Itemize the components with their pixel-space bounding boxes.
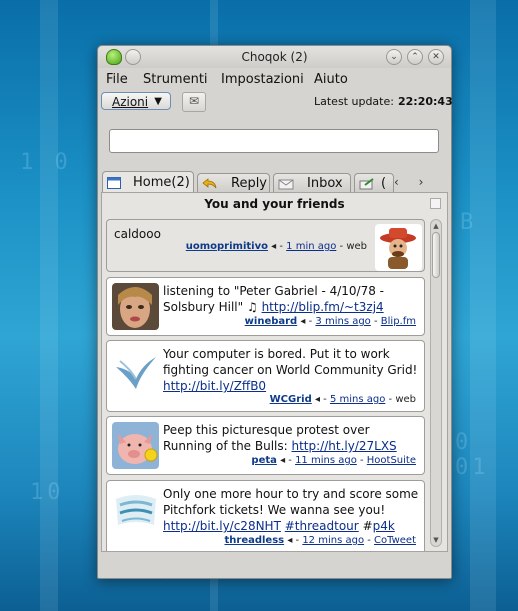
post-username[interactable]: WCGrid bbox=[270, 394, 312, 405]
post-username[interactable]: uomoprimitivo bbox=[186, 241, 268, 252]
tab-bar: Home(2) Reply Inbox ( ‹ › bbox=[98, 171, 451, 194]
post-source[interactable]: Blip.fm bbox=[381, 316, 416, 327]
scroll-thumb[interactable] bbox=[432, 232, 440, 278]
post-item: Only one more hour to try and score some… bbox=[106, 480, 425, 551]
user-menu-arrow-icon[interactable]: ◂ bbox=[300, 316, 305, 327]
post-text-plain: Only one more hour to try and score some… bbox=[163, 487, 419, 517]
post-link[interactable]: http://ht.ly/27LXS bbox=[292, 439, 397, 453]
post-text: Your computer is bored. Put it to work f… bbox=[163, 346, 425, 394]
post-source: web bbox=[346, 241, 367, 252]
timeline-panel: You and your friends caldooo uomoprimiti… bbox=[101, 192, 448, 552]
menu-impostazioni[interactable]: Impostazioni bbox=[221, 72, 304, 87]
user-menu-arrow-icon[interactable]: ◂ bbox=[280, 455, 285, 466]
latest-update-label: Latest update: bbox=[314, 95, 394, 108]
choqok-window: Choqok (2) ⌄ ⌃ ✕ File Strumenti Impostaz… bbox=[97, 45, 453, 579]
post-item: listening to "Peter Gabriel - 4/10/78 - … bbox=[106, 277, 425, 336]
post-text: Only one more hour to try and score some… bbox=[163, 486, 425, 534]
tab-inbox[interactable]: Inbox bbox=[273, 173, 351, 193]
post-time[interactable]: 3 mins ago bbox=[315, 316, 370, 327]
chevron-down-icon: ▼ bbox=[154, 96, 162, 107]
reply-icon bbox=[202, 177, 217, 189]
threadless-tweets-avatar[interactable] bbox=[112, 491, 159, 538]
wcg-logo-avatar[interactable] bbox=[112, 347, 159, 394]
scroll-down-arrow-icon[interactable]: ▼ bbox=[431, 535, 441, 545]
tab-outbox-label: ( bbox=[381, 176, 387, 191]
home-icon bbox=[107, 175, 121, 189]
post-text: listening to "Peter Gabriel - 4/10/78 - … bbox=[163, 283, 421, 315]
latest-update-time: 22:20:43 bbox=[398, 95, 453, 108]
post-username[interactable]: threadless bbox=[224, 535, 284, 546]
scroll-up-arrow-icon[interactable]: ▲ bbox=[431, 221, 441, 231]
tab-reply[interactable]: Reply bbox=[197, 173, 270, 193]
timeline-scrollbar[interactable]: ▲ ▼ bbox=[430, 219, 442, 547]
post-link[interactable]: http://bit.ly/c28NHT bbox=[163, 519, 281, 533]
post-text: caldooo bbox=[114, 227, 161, 241]
post-username[interactable]: winebard bbox=[245, 316, 298, 327]
post-meta: WCGrid ◂ - 5 mins ago - web bbox=[269, 394, 416, 405]
post-time[interactable]: 11 mins ago bbox=[295, 455, 357, 466]
post-item: Your computer is bored. Put it to work f… bbox=[106, 340, 425, 412]
chevron-down-icon[interactable]: ⌄ bbox=[386, 49, 402, 65]
timeline-feed: caldooo uomoprimitivo ◂ - 1 min ago - we… bbox=[102, 215, 447, 551]
status-input[interactable] bbox=[109, 129, 439, 153]
post-link[interactable]: http://blip.fm/~t3zj4 bbox=[262, 300, 384, 314]
woman-face-avatar[interactable] bbox=[112, 283, 159, 330]
post-time[interactable]: 5 mins ago bbox=[330, 394, 385, 405]
post-item: Peep this picturesque protest over Runni… bbox=[106, 416, 425, 475]
post-time[interactable]: 1 min ago bbox=[286, 241, 336, 252]
post-meta: uomoprimitivo ◂ - 1 min ago - web bbox=[185, 241, 367, 252]
menu-strumenti[interactable]: Strumenti bbox=[143, 72, 208, 87]
post-hashtag[interactable]: p4k bbox=[373, 519, 395, 533]
post-meta: threadless ◂ - 12 mins ago - CoTweet bbox=[224, 535, 416, 546]
close-icon[interactable]: ✕ bbox=[428, 49, 444, 65]
tab-home-label: Home(2) bbox=[133, 175, 190, 190]
menu-bar: File Strumenti Impostazioni Aiuto bbox=[98, 69, 451, 89]
post-meta: winebard ◂ - 3 mins ago - Blip.fm bbox=[244, 316, 416, 327]
post-text: Peep this picturesque protest over Runni… bbox=[163, 422, 421, 454]
user-menu-arrow-icon[interactable]: ◂ bbox=[287, 535, 292, 546]
tab-reply-label: Reply bbox=[231, 176, 268, 191]
post-source[interactable]: HootSuite bbox=[367, 455, 416, 466]
pig-avatar[interactable] bbox=[112, 422, 159, 469]
post-source: web bbox=[395, 394, 416, 405]
post-link[interactable]: http://bit.ly/ZffB0 bbox=[163, 379, 266, 393]
post-hashtag[interactable]: #threadtour bbox=[285, 519, 359, 533]
actions-label: Azioni bbox=[112, 95, 149, 109]
user-menu-arrow-icon[interactable]: ◂ bbox=[315, 394, 320, 405]
tab-inbox-label: Inbox bbox=[307, 176, 343, 191]
actions-dropdown-button[interactable]: Azioni ▼ bbox=[101, 92, 171, 110]
tab-home[interactable]: Home(2) bbox=[102, 171, 194, 194]
post-item: caldooo uomoprimitivo ◂ - 1 min ago - we… bbox=[106, 219, 425, 272]
post-time[interactable]: 12 mins ago bbox=[302, 535, 364, 546]
envelope-icon: ✉ bbox=[188, 94, 200, 108]
close-panel-button[interactable] bbox=[430, 198, 441, 209]
toolbar: Azioni ▼ ✉ Latest update: 22:20:43 bbox=[98, 90, 453, 116]
post-hashtag-prefix: # bbox=[362, 519, 373, 533]
outbox-icon bbox=[359, 177, 374, 190]
tab-outbox[interactable]: ( bbox=[354, 173, 394, 193]
menu-file[interactable]: File bbox=[106, 72, 128, 87]
tab-scroll-arrows[interactable]: ‹ › bbox=[394, 175, 431, 189]
timeline-title: You and your friends bbox=[204, 197, 345, 211]
cowboy-puppet-avatar[interactable] bbox=[375, 224, 422, 271]
post-source[interactable]: CoTweet bbox=[374, 535, 416, 546]
menu-aiuto[interactable]: Aiuto bbox=[314, 72, 348, 87]
chevron-up-icon[interactable]: ⌃ bbox=[407, 49, 423, 65]
post-username[interactable]: peta bbox=[251, 455, 276, 466]
user-menu-arrow-icon[interactable]: ◂ bbox=[271, 241, 276, 252]
post-text-plain: Your computer is bored. Put it to work f… bbox=[163, 347, 418, 377]
title-bar[interactable]: Choqok (2) ⌄ ⌃ ✕ bbox=[98, 46, 451, 68]
post-meta: peta ◂ - 11 mins ago - HootSuite bbox=[251, 455, 416, 466]
quick-post-button[interactable]: ✉ bbox=[182, 92, 206, 112]
inbox-icon bbox=[278, 177, 294, 190]
